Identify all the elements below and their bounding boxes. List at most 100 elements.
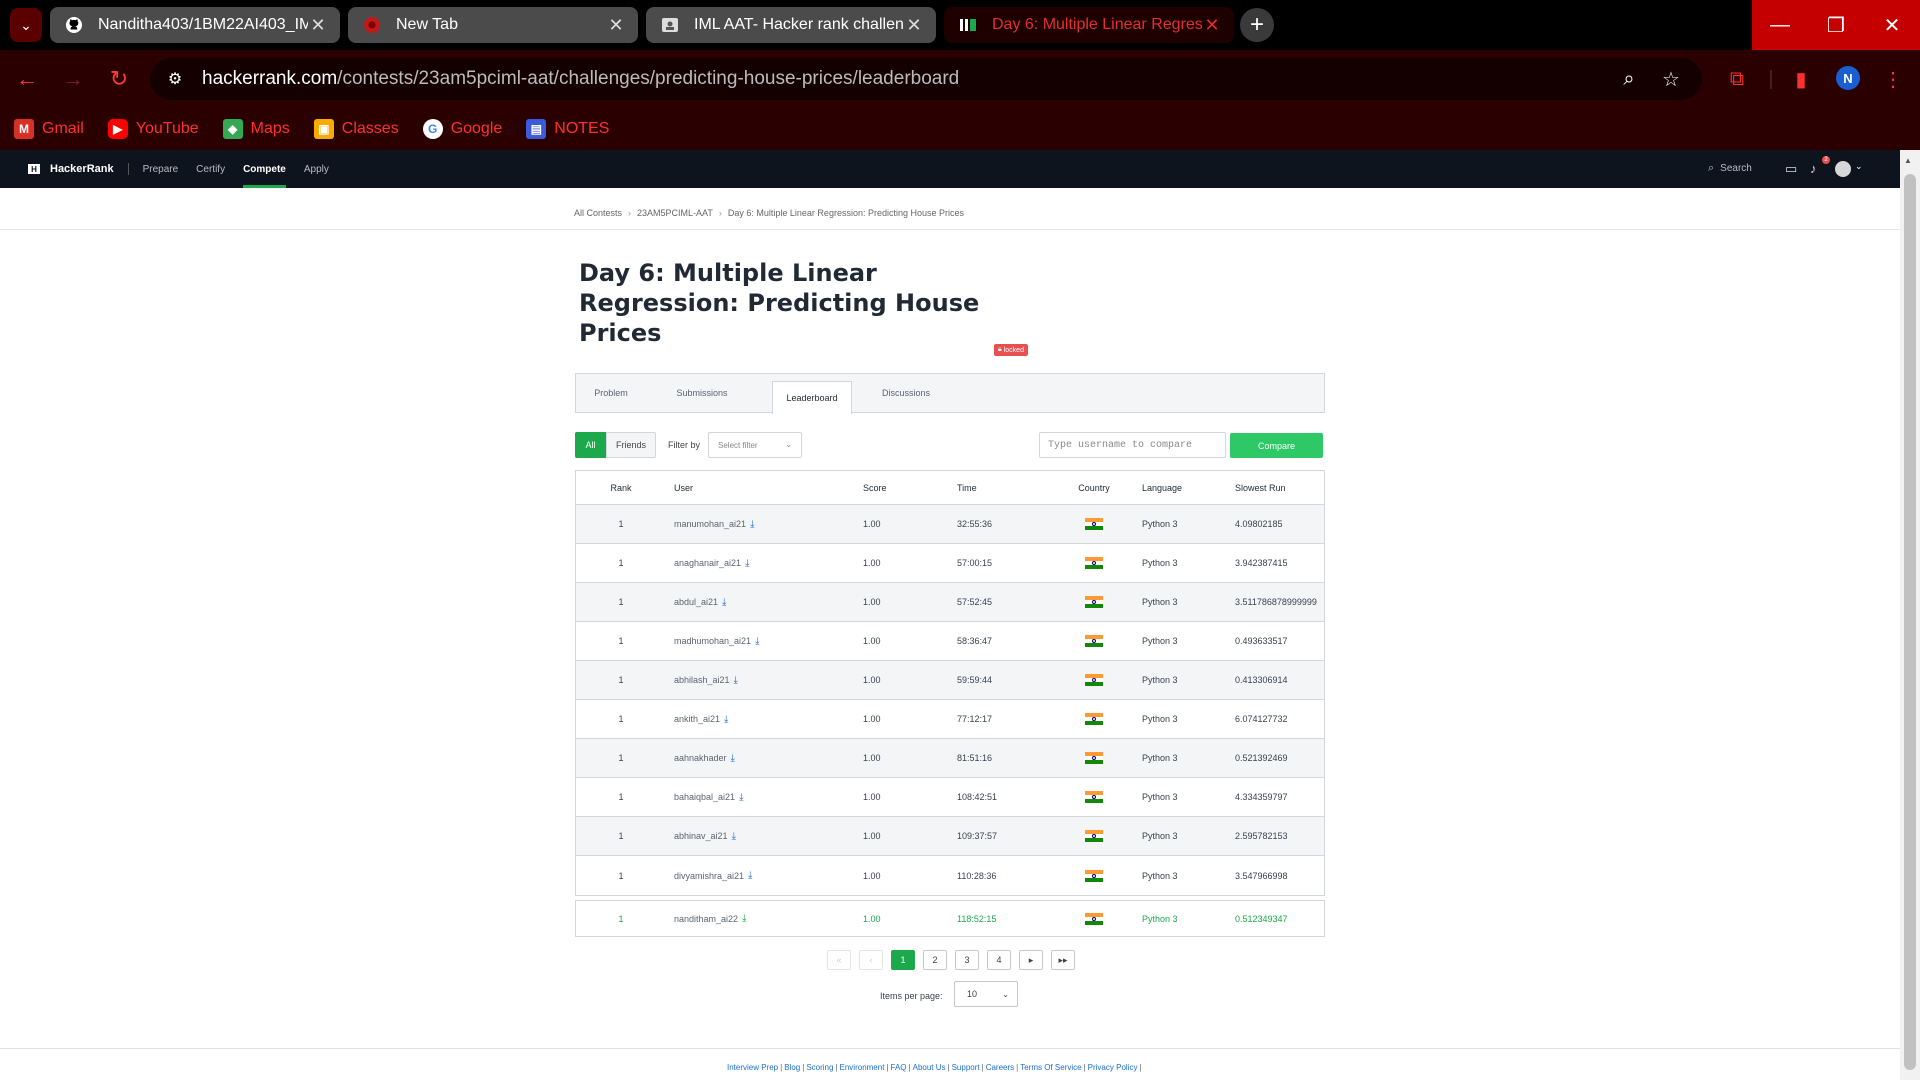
breadcrumb-contest[interactable]: 23AM5PCIML-AAT [637, 208, 713, 218]
download-icon[interactable]: ⤓ [724, 714, 728, 725]
bookmark-star-icon[interactable]: ☆ [1658, 66, 1684, 92]
download-icon[interactable]: ⤓ [731, 753, 735, 764]
address-bar[interactable]: ⚙ hackerrank.com/contests/23am5pciml-aat… [150, 58, 1702, 100]
first-page-button[interactable]: « [827, 950, 851, 970]
close-window-button[interactable]: ✕ [1864, 0, 1920, 50]
user-cell[interactable]: manumohan_ai21 ⤓ [674, 505, 754, 543]
nav-certify[interactable]: Certify [196, 150, 225, 188]
nav-apply[interactable]: Apply [304, 150, 329, 188]
footer-link[interactable]: Environment [840, 1063, 885, 1072]
download-icon[interactable]: ⤓ [750, 519, 754, 530]
close-icon[interactable]: ✕ [904, 15, 924, 36]
nav-compete[interactable]: Compete [243, 150, 286, 188]
bookmark-classes[interactable]: ▣ Classes [313, 119, 399, 139]
browser-tab-new-tab[interactable]: New Tab ✕ [348, 7, 638, 43]
tab-title: New Tab [396, 16, 458, 33]
page-button-3[interactable]: 3 [955, 950, 979, 970]
close-icon[interactable]: ✕ [606, 15, 626, 36]
page-button-1[interactable]: 1 [891, 950, 915, 970]
breadcrumb-all-contests[interactable]: All Contests [574, 208, 622, 218]
user-cell[interactable]: aahnakhader ⤓ [674, 739, 735, 777]
download-icon[interactable]: ⤓ [755, 636, 759, 647]
page-button-4[interactable]: 4 [987, 950, 1011, 970]
scroll-up-icon[interactable]: ▲ [1904, 156, 1912, 165]
avatar[interactable] [1835, 161, 1851, 177]
footer-link[interactable]: Blog [784, 1063, 800, 1072]
sidebar-icon[interactable]: ▮ [1786, 64, 1816, 94]
footer-link[interactable]: Careers [986, 1063, 1014, 1072]
bookmark-youtube[interactable]: ▶ YouTube [107, 119, 199, 139]
tab-leaderboard[interactable]: Leaderboard [772, 381, 852, 414]
profile-avatar[interactable]: N [1836, 66, 1860, 90]
messages-icon[interactable]: ▭ [1785, 161, 1797, 177]
bookmark-google[interactable]: G Google [422, 119, 502, 139]
bell-icon[interactable]: ♪ [1810, 161, 1817, 176]
page-button-2[interactable]: 2 [923, 950, 947, 970]
user-cell[interactable]: madhumohan_ai21 ⤓ [674, 622, 759, 660]
compare-button[interactable]: Compare [1230, 433, 1323, 458]
tab-problem[interactable]: Problem [576, 374, 646, 412]
download-icon[interactable]: ⤓ [734, 675, 738, 686]
last-page-button[interactable]: ▸▸ [1051, 950, 1075, 970]
country-cell [1071, 544, 1117, 582]
prev-page-button[interactable]: ‹ [859, 950, 883, 970]
browser-tab-iml-aat[interactable]: IML AAT- Hacker rank challenge ✕ [646, 7, 936, 43]
nav-prepare[interactable]: Prepare [143, 150, 179, 188]
user-cell[interactable]: ankith_ai21 ⤓ [674, 700, 728, 738]
user-cell[interactable]: anaghanair_ai21 ⤓ [674, 544, 749, 582]
url-text[interactable]: hackerrank.com/contests/23am5pciml-aat/c… [202, 68, 959, 90]
country-cell [1071, 700, 1117, 738]
download-icon[interactable]: ⤓ [748, 870, 752, 881]
site-settings-icon[interactable]: ⚙ [160, 64, 190, 94]
download-icon[interactable]: ⤓ [739, 792, 743, 803]
nav-search[interactable]: ⌕ Search [1708, 162, 1752, 175]
browser-tab-github[interactable]: Nanditha403/1BM22AI403_IML ✕ [50, 7, 340, 43]
user-cell[interactable]: abhinav_ai21 ⤓ [674, 817, 736, 855]
footer-link[interactable]: Support [952, 1063, 980, 1072]
new-tab-button[interactable]: + [1240, 8, 1274, 42]
filter-friends-button[interactable]: Friends [606, 432, 656, 458]
scrollbar-thumb[interactable] [1904, 174, 1916, 1070]
rank-cell: 1 [618, 714, 624, 724]
minimize-button[interactable]: — [1752, 0, 1808, 50]
user-cell[interactable]: nanditham_ai22 ⤓ [674, 901, 746, 936]
compare-username-input[interactable] [1039, 432, 1226, 458]
restore-button[interactable]: ❐ [1808, 0, 1864, 50]
footer-link[interactable]: Terms Of Service [1020, 1063, 1081, 1072]
forward-button[interactable]: → [58, 64, 88, 94]
close-icon[interactable]: ✕ [308, 15, 328, 36]
tab-submissions[interactable]: Submissions [650, 374, 754, 412]
bookmark-gmail[interactable]: M Gmail [14, 119, 84, 139]
bookmark-notes[interactable]: ▤ NOTES [526, 119, 609, 139]
more-menu-icon[interactable]: ⋮ [1878, 64, 1908, 94]
next-page-button[interactable]: ▸ [1019, 950, 1043, 970]
chevron-down-icon[interactable]: ⌄ [1855, 161, 1863, 172]
footer-link[interactable]: FAQ [891, 1063, 907, 1072]
download-icon[interactable]: ⤓ [742, 913, 746, 924]
download-icon[interactable]: ⤓ [722, 597, 726, 608]
back-button[interactable]: ← [12, 64, 42, 94]
tab-discussions[interactable]: Discussions [854, 374, 958, 412]
filter-all-button[interactable]: All [575, 432, 606, 458]
user-cell[interactable]: abhilash_ai21 ⤓ [674, 661, 738, 699]
footer-link[interactable]: About Us [913, 1063, 946, 1072]
user-cell[interactable]: abdul_ai21 ⤓ [674, 583, 726, 621]
browser-tab-active[interactable]: Day 6: Multiple Linear Regressi ✕ [944, 7, 1234, 43]
hackerrank-logo[interactable]: H HackerRank [28, 163, 114, 175]
tab-search-button[interactable]: ⌄ [10, 8, 42, 42]
footer-link[interactable]: Scoring [806, 1063, 833, 1072]
footer-link[interactable]: Interview Prep [727, 1063, 778, 1072]
extensions-icon[interactable]: ⧉ [1722, 64, 1752, 94]
reload-button[interactable]: ↻ [104, 64, 134, 94]
download-icon[interactable]: ⤓ [745, 558, 749, 569]
items-per-page-select[interactable]: 10 ⌄ [954, 981, 1018, 1007]
tab-title: Day 6: Multiple Linear Regressi [992, 16, 1202, 33]
user-cell[interactable]: divyamishra_ai21 ⤓ [674, 856, 752, 895]
user-cell[interactable]: bahaiqbal_ai21 ⤓ [674, 778, 743, 816]
close-icon[interactable]: ✕ [1202, 15, 1222, 36]
download-icon[interactable]: ⤓ [732, 831, 736, 842]
filter-select[interactable]: Select filter ⌄ [708, 432, 802, 458]
footer-link[interactable]: Privacy Policy [1088, 1063, 1138, 1072]
bookmark-maps[interactable]: ◆ Maps [222, 119, 290, 139]
zoom-icon[interactable]: ⌕ [1616, 66, 1642, 92]
